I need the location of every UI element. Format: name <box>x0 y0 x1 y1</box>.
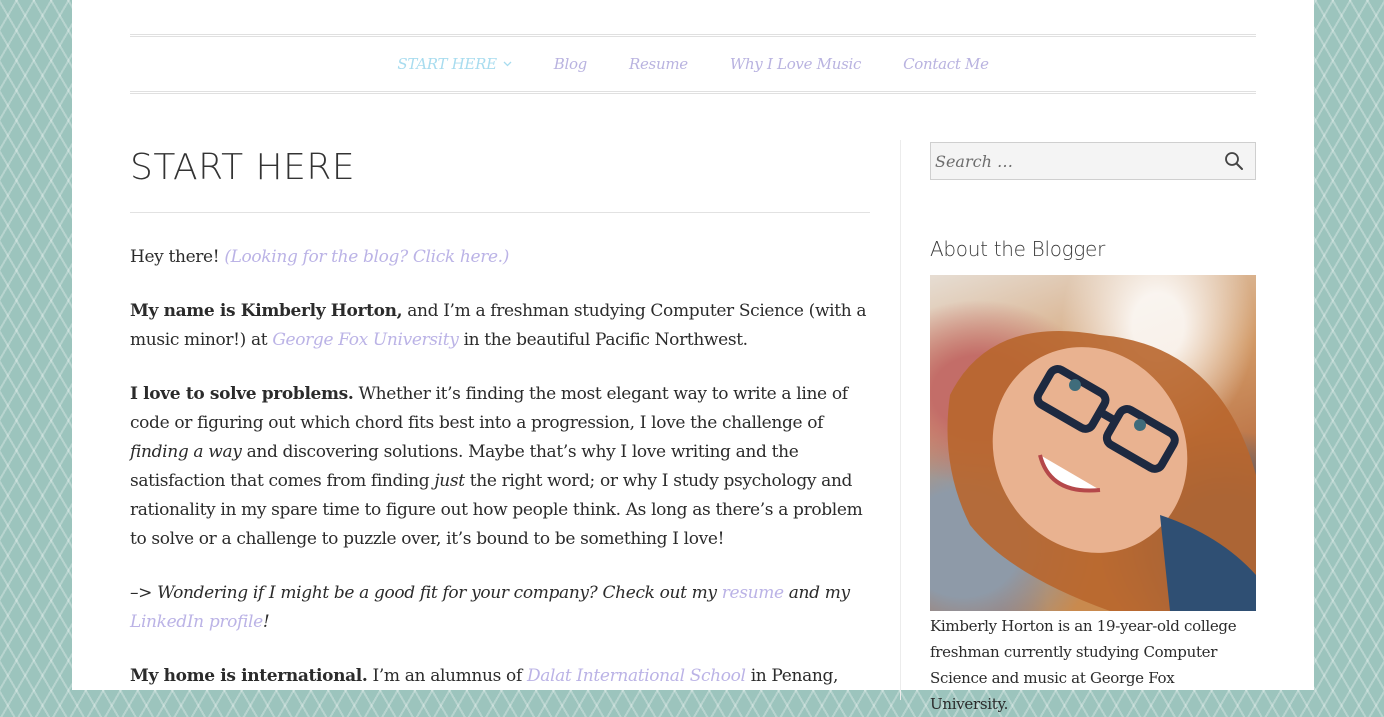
blogger-photo <box>930 275 1256 611</box>
home-bold: My home is international. <box>130 666 368 686</box>
widget-title: About the Blogger <box>930 237 1105 261</box>
article-body: Hey there! (Looking for the blog? Click … <box>130 243 870 691</box>
home-text: I’m an alumnus of <box>367 666 527 686</box>
nav-item-blog[interactable]: Blog <box>554 55 588 73</box>
intro-text-end: in the beautiful Pacific Northwest. <box>458 330 749 350</box>
home-text-2: in Penang, <box>745 666 839 686</box>
sidebar-divider <box>900 140 901 700</box>
greeting-text: Hey there! <box>130 247 225 267</box>
problems-emphasis: finding a way <box>130 442 242 462</box>
nav-item-contact-me[interactable]: Contact Me <box>903 55 989 73</box>
title-divider <box>130 212 870 213</box>
paragraph-problems: I love to solve problems. Whether it’s f… <box>130 380 870 554</box>
problems-emphasis-2: just <box>434 471 465 491</box>
main-navigation: START HERE Blog Resume Why I Love Music … <box>130 34 1256 94</box>
linkedin-link[interactable]: LinkedIn profile <box>130 612 263 632</box>
search-icon[interactable] <box>1223 150 1245 172</box>
page-container: START HERE Blog Resume Why I Love Music … <box>72 0 1314 713</box>
paragraph-intro: My name is Kimberly Horton, and I’m a fr… <box>130 297 870 355</box>
paragraph-home: My home is international. I’m an alumnus… <box>130 662 870 691</box>
blogger-caption: Kimberly Horton is an 19-year-old colleg… <box>930 617 1237 713</box>
chevron-down-icon <box>503 59 512 70</box>
main-content: START HERE Hey there! (Looking for the b… <box>130 140 872 716</box>
problems-bold: I love to solve problems. <box>130 384 354 404</box>
nav-item-why-i-love-music[interactable]: Why I Love Music <box>730 55 862 73</box>
intro-bold: My name is Kimberly Horton, <box>130 301 403 321</box>
search-input[interactable] <box>931 144 1219 178</box>
nav-item-start-here[interactable]: START HERE <box>397 55 512 73</box>
george-fox-link[interactable]: George Fox University <box>272 330 459 350</box>
page-title: START HERE <box>130 147 356 188</box>
resume-link[interactable]: resume <box>722 583 784 603</box>
paragraph-hire: –> Wondering if I might be a good fit fo… <box>130 579 870 637</box>
search-form <box>930 142 1256 180</box>
blog-link[interactable]: (Looking for the blog? Click here.) <box>224 247 509 267</box>
sidebar: About the Blogger <box>930 142 1256 717</box>
nav-item-resume[interactable]: Resume <box>629 55 688 73</box>
hire-text: –> Wondering if I might be a good fit fo… <box>130 583 722 603</box>
hire-text-2: and my <box>783 583 850 603</box>
dalat-link[interactable]: Dalat International School <box>527 666 746 686</box>
nav-item-label: START HERE <box>397 55 497 73</box>
hire-text-3: ! <box>262 612 270 632</box>
paragraph-greeting: Hey there! (Looking for the blog? Click … <box>130 243 870 272</box>
